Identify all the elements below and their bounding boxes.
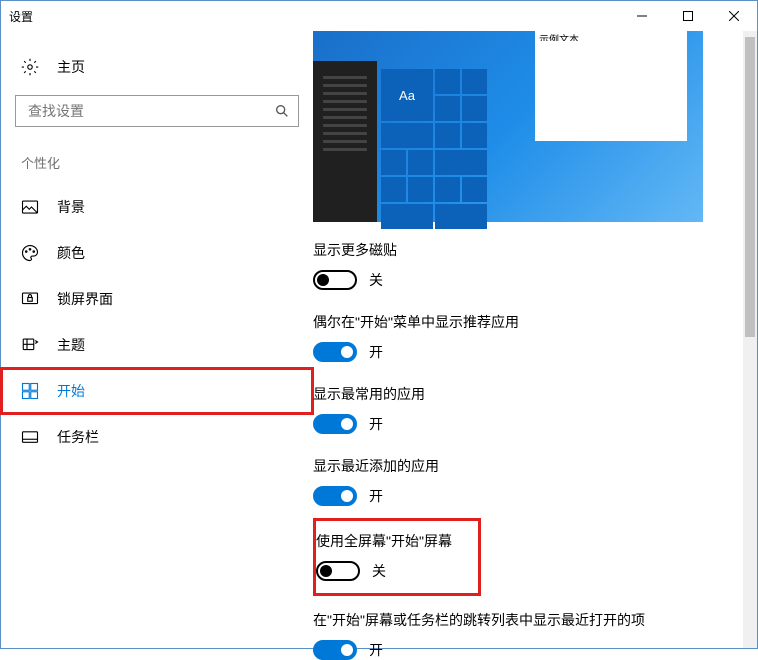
sidebar-home[interactable]: 主页 xyxy=(1,47,313,87)
titlebar: 设置 xyxy=(1,1,757,31)
setting-group: 偶尔在"开始"菜单中显示推荐应用开 xyxy=(313,312,743,362)
sidebar-item-label: 颜色 xyxy=(57,243,85,263)
setting-label: 偶尔在"开始"菜单中显示推荐应用 xyxy=(313,312,731,332)
setting-label: 显示更多磁贴 xyxy=(313,240,731,260)
toggle-state-text: 关 xyxy=(369,270,383,290)
sidebar-category: 个性化 xyxy=(1,131,313,184)
maximize-button[interactable] xyxy=(665,1,711,31)
toggle-state-text: 开 xyxy=(369,342,383,362)
setting-label: 显示最近添加的应用 xyxy=(313,456,731,476)
toggle-switch[interactable] xyxy=(313,342,357,362)
start-icon xyxy=(21,382,39,400)
highlighted-setting: 使用全屏幕"开始"屏幕关 xyxy=(313,518,481,596)
toggle-state-text: 开 xyxy=(369,640,383,660)
preview-tile-aa: Aa xyxy=(381,69,433,121)
themes-icon xyxy=(21,336,39,354)
sidebar-item-taskbar[interactable]: 任务栏 xyxy=(1,414,313,460)
sidebar-item-label: 锁屏界面 xyxy=(57,289,113,309)
preview-caption: 示例文本 xyxy=(535,31,687,41)
toggle-switch[interactable] xyxy=(313,270,357,290)
sidebar-item-background[interactable]: 背景 xyxy=(1,184,313,230)
sidebar-item-label: 开始 xyxy=(57,381,85,401)
sidebar-item-label: 背景 xyxy=(57,197,85,217)
sidebar-item-label: 任务栏 xyxy=(57,427,99,447)
close-button[interactable] xyxy=(711,1,757,31)
sidebar-item-start[interactable]: 开始 xyxy=(1,368,313,414)
toggle-state-text: 开 xyxy=(369,486,383,506)
window-title: 设置 xyxy=(9,8,619,25)
sidebar-item-lockscreen[interactable]: 锁屏界面 xyxy=(1,276,313,322)
sidebar-item-themes[interactable]: 主题 xyxy=(1,322,313,368)
sidebar: 主页 个性化 背景 颜色 锁屏界面 主题 开始 xyxy=(1,31,313,648)
setting-label: 显示最常用的应用 xyxy=(313,384,731,404)
toggle-switch[interactable] xyxy=(313,414,357,434)
scrollbar[interactable] xyxy=(743,31,757,648)
toggle-state-text: 关 xyxy=(372,561,386,581)
search-field[interactable] xyxy=(28,103,274,119)
start-preview: 示例文本 Aa xyxy=(313,31,703,222)
setting-group: 显示更多磁贴关 xyxy=(313,240,743,290)
minimize-button[interactable] xyxy=(619,1,665,31)
toggle-switch[interactable] xyxy=(316,561,360,581)
image-icon xyxy=(21,198,39,216)
search-input[interactable] xyxy=(15,95,299,127)
gear-icon xyxy=(21,58,39,76)
palette-icon xyxy=(21,244,39,262)
search-icon xyxy=(274,103,290,119)
scrollbar-thumb[interactable] xyxy=(745,37,755,337)
preview-start-menu: Aa xyxy=(313,61,493,222)
toggle-switch[interactable] xyxy=(313,640,357,660)
sidebar-home-label: 主页 xyxy=(57,57,85,77)
sidebar-item-label: 主题 xyxy=(57,335,85,355)
setting-label: 在"开始"屏幕或任务栏的跳转列表中显示最近打开的项 xyxy=(313,610,731,630)
sidebar-item-colors[interactable]: 颜色 xyxy=(1,230,313,276)
setting-group: 显示最近添加的应用开 xyxy=(313,456,743,506)
lockscreen-icon xyxy=(21,290,39,308)
taskbar-icon xyxy=(21,428,39,446)
preview-window xyxy=(535,41,687,141)
toggle-state-text: 开 xyxy=(369,414,383,434)
setting-label: 使用全屏幕"开始"屏幕 xyxy=(316,531,466,551)
toggle-switch[interactable] xyxy=(313,486,357,506)
setting-group: 显示最常用的应用开 xyxy=(313,384,743,434)
setting-group: 在"开始"屏幕或任务栏的跳转列表中显示最近打开的项开 xyxy=(313,610,743,660)
